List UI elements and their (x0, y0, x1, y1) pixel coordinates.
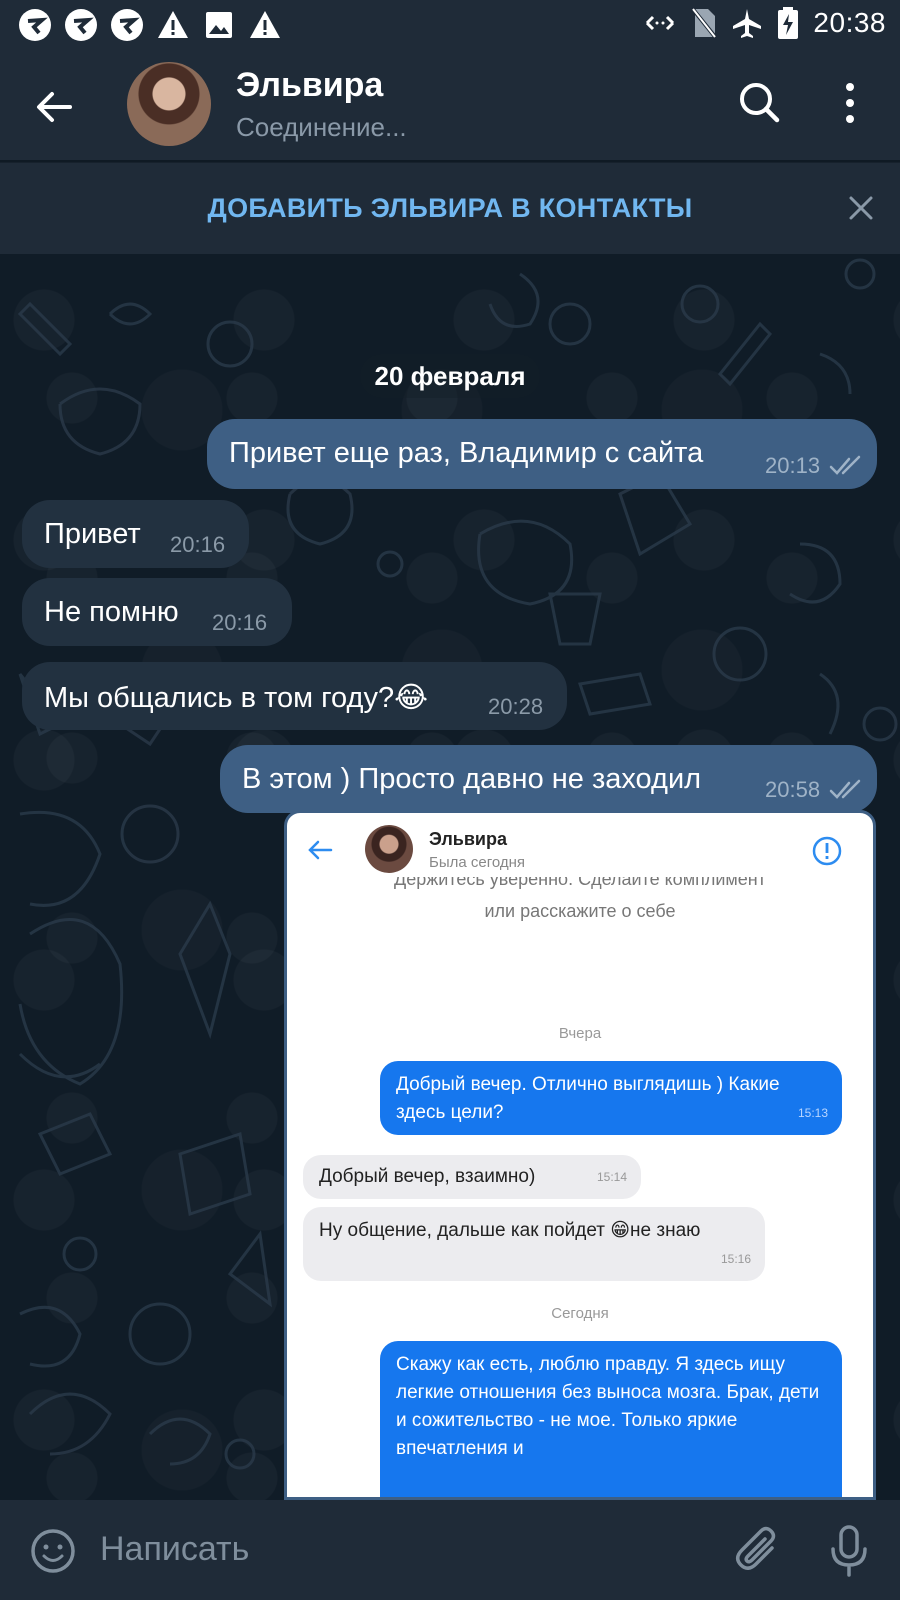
battery-charging-icon (778, 7, 799, 39)
read-checkmarks-icon (829, 779, 861, 799)
notification-icons (18, 8, 282, 42)
message-text: Привет (44, 518, 141, 550)
close-banner-button[interactable] (846, 193, 876, 223)
message-time: 20:13 (765, 453, 821, 478)
app-notification-icon (110, 8, 144, 42)
message-time: 20:16 (170, 532, 226, 557)
search-icon (740, 83, 780, 123)
status-bar: 20:38 (0, 0, 900, 48)
emoji-icon (31, 1529, 75, 1573)
more-options-button[interactable] (835, 78, 865, 128)
read-checkmarks-icon (829, 455, 861, 475)
chat-messages-area[interactable]: 20 февраля Привет еще раз, Владимир с са… (0, 254, 900, 1500)
message-text: Не помню (44, 596, 179, 628)
airplane-icon (733, 9, 762, 38)
cut-hint-text: Держитесь уверенно. Сделайте комплимент (394, 877, 766, 889)
date-separator: Сегодня (551, 1305, 609, 1322)
contact-avatar[interactable] (127, 62, 211, 146)
screenshot-contact-status: Была сегодня (429, 854, 526, 871)
data-arrows-icon (646, 15, 675, 31)
warning-icon (156, 8, 190, 42)
message-time: 15:16 (720, 1252, 751, 1266)
screenshot-outgoing-message: Добрый вечер. Отлично выглядишь ) Какие … (380, 1061, 842, 1135)
message-text: Добрый вечер, взаимно) (319, 1166, 536, 1187)
paperclip-icon (736, 1526, 776, 1570)
incoming-message[interactable]: Не помню 20:16 (22, 578, 292, 646)
message-text: Мы общались в том году?😂 (44, 682, 428, 714)
add-contact-banner: ДОБАВИТЬ ЭЛЬВИРА В КОНТАКТЫ (0, 162, 900, 255)
screenshot-contact-name: Эльвира (429, 829, 507, 849)
system-icons: 20:38 (643, 6, 886, 40)
date-separator: Вчера (558, 1025, 602, 1042)
outgoing-message[interactable]: Привет еще раз, Владимир с сайта 20:13 (207, 419, 877, 489)
message-text: В этом ) Просто давно не заходил (242, 763, 702, 795)
app-notification-icon (18, 8, 52, 42)
message-input[interactable]: Написать (100, 1530, 249, 1569)
message-time: 20:58 (765, 777, 821, 802)
back-arrow-icon (37, 92, 72, 122)
incoming-message[interactable]: Привет 20:16 (22, 500, 249, 568)
close-icon (849, 196, 873, 220)
image-icon (202, 8, 236, 42)
message-text: Добрый вечер. Отлично выглядишь ) Какие … (396, 1074, 780, 1123)
search-button[interactable] (735, 78, 785, 128)
message-time: 20:28 (488, 694, 544, 719)
message-input-bar: Написать (0, 1500, 900, 1600)
screenshot-incoming-message: Добрый вечер, взаимно) 15:14 (303, 1155, 641, 1199)
screenshot-outgoing-message: Скажу как есть, люблю правду. Я здесь ищ… (380, 1341, 842, 1497)
chat-header: Эльвира Соединение... (0, 48, 900, 160)
no-sim-icon (691, 7, 718, 39)
warning-icon (248, 8, 282, 42)
alert-icon (812, 836, 842, 866)
microphone-icon (831, 1525, 867, 1577)
contact-name[interactable]: Эльвира (236, 66, 383, 105)
add-contact-button[interactable]: ДОБАВИТЬ ЭЛЬВИРА В КОНТАКТЫ (0, 193, 900, 224)
incoming-message[interactable]: Мы общались в том году?😂 20:28 (22, 662, 567, 730)
attach-button[interactable] (734, 1526, 784, 1576)
app-notification-icon (64, 8, 98, 42)
message-text: Скажу как есть, люблю правду. Я здесь ищ… (396, 1354, 820, 1459)
back-button[interactable] (30, 82, 80, 132)
voice-message-button[interactable] (826, 1524, 872, 1578)
message-time: 15:14 (596, 1170, 627, 1184)
message-text: Привет еще раз, Владимир с сайта (229, 437, 704, 469)
message-time: 20:16 (212, 610, 268, 635)
message-text: Ну общение, дальше как пойдет 😁не знаю (319, 1220, 701, 1241)
clock: 20:38 (813, 7, 886, 38)
back-arrow-icon (308, 840, 333, 860)
connection-status: Соединение... (236, 112, 407, 142)
image-message[interactable]: Эльвира Была сегодня Держитесь уверенно.… (284, 810, 876, 1500)
screenshot-incoming-message: Ну общение, дальше как пойдет 😁не знаю 1… (303, 1207, 765, 1281)
date-separator: 20 февраля (360, 354, 540, 398)
message-time: 15:13 (797, 1106, 828, 1120)
hint-text: или расскажите о себе (484, 901, 676, 921)
avatar (365, 825, 413, 873)
more-vertical-icon (846, 83, 854, 123)
outgoing-message[interactable]: В этом ) Просто давно не заходил 20:58 (220, 745, 877, 813)
emoji-button[interactable] (30, 1528, 76, 1574)
